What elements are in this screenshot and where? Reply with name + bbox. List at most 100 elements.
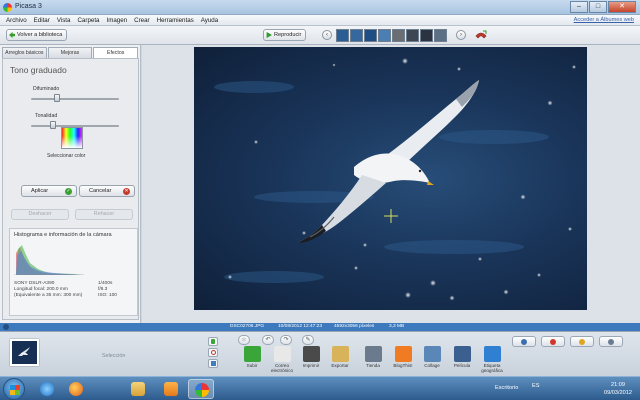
back-to-library-button[interactable]: Volver a biblioteca — [6, 29, 68, 41]
clock-time: 21:09 — [611, 382, 625, 388]
slideshow-play-button[interactable]: Reproducir — [263, 29, 307, 41]
cancel-button[interactable]: Cancelar ✕ — [79, 185, 135, 197]
globe-icon — [483, 346, 501, 362]
menu-archivo[interactable]: Archivo — [6, 17, 27, 24]
photo-dimensions: 4592x3056 píxeles — [334, 324, 375, 329]
filmstrip-thumb[interactable] — [434, 29, 447, 42]
apply-button[interactable]: Aplicar ✓ — [21, 185, 77, 197]
menu-imagen[interactable]: Imagen — [106, 17, 127, 24]
shop-label: Tienda — [366, 363, 380, 368]
minimize-button[interactable]: – — [570, 1, 588, 13]
star-button[interactable]: ☆ — [238, 335, 250, 345]
menu-vista[interactable]: Vista — [57, 17, 71, 24]
window-controls: – □ ✕ — [569, 1, 636, 13]
language-indicator[interactable]: ES — [532, 383, 539, 389]
menu-crear[interactable]: Crear — [134, 17, 149, 24]
hold-green-pin-icon[interactable] — [208, 337, 218, 346]
histogram-panel: Histograma e información de la cámara SO… — [9, 228, 138, 316]
feather-slider[interactable] — [31, 98, 119, 100]
media-player-icon — [164, 382, 178, 396]
printer-icon — [302, 346, 320, 362]
photo-filename: DSC02706.JPG — [230, 324, 265, 329]
taskbar-picasa[interactable] — [188, 379, 214, 399]
next-photo-button[interactable]: › — [456, 30, 466, 40]
rotate-right-button[interactable]: ↷ — [280, 335, 292, 345]
rotate-left-button[interactable]: ↶ — [262, 335, 274, 345]
taskbar-firefox[interactable] — [63, 379, 89, 399]
clear-tray-icon[interactable] — [208, 348, 218, 357]
collapse-tray-button[interactable] — [3, 324, 9, 330]
menu-ayuda[interactable]: Ayuda — [201, 17, 218, 24]
filmstrip-thumb[interactable] — [378, 29, 391, 42]
toolbar: Volver a biblioteca Reproducir ‹ › — [0, 26, 640, 45]
tab-basic-fixes[interactable]: Arreglos básicos — [2, 47, 47, 58]
menu-editar[interactable]: Editar — [34, 17, 50, 24]
tag-button[interactable]: ✎ — [302, 335, 314, 345]
filmstrip-thumb[interactable] — [350, 29, 363, 42]
selected-photo-thumbnail[interactable] — [10, 339, 39, 366]
taskbar-explorer[interactable] — [125, 379, 151, 399]
desktop-toolbar-label[interactable]: Escritorio — [495, 385, 518, 391]
filmstrip-thumb[interactable] — [392, 29, 405, 42]
info-icon — [608, 339, 614, 345]
color-picker-swatch[interactable] — [61, 127, 83, 149]
window-title: Picasa 3 — [15, 3, 42, 10]
add-to-album-icon[interactable] — [208, 359, 218, 368]
phone-sync-icon[interactable] — [474, 29, 488, 41]
close-button[interactable]: ✕ — [608, 1, 636, 13]
photo-info-bar: DSC02706.JPG 10/08/2012 12:47:23 4592x30… — [0, 323, 640, 331]
maximize-button[interactable]: □ — [589, 1, 607, 13]
envelope-icon — [273, 346, 291, 362]
taskbar-media-player[interactable] — [158, 379, 184, 399]
places-panel-button[interactable] — [541, 336, 565, 347]
print-button[interactable]: Imprimir — [297, 346, 325, 368]
export-button[interactable]: Exportar — [326, 346, 354, 368]
upload-button[interactable]: Subir — [238, 346, 266, 368]
people-panel-button[interactable] — [512, 336, 536, 347]
prev-photo-button[interactable]: ‹ — [322, 30, 332, 40]
check-icon: ✓ — [65, 188, 72, 195]
person-icon — [521, 339, 527, 345]
geotag-button[interactable]: Etiqueta geográfica — [478, 346, 506, 373]
apply-label: Aplicar — [31, 188, 49, 194]
tab-tuning[interactable]: Mejoras — [47, 47, 93, 58]
filmstrip-thumb[interactable] — [336, 29, 349, 42]
tag-icon — [579, 339, 585, 345]
filmstrip-thumb[interactable] — [406, 29, 419, 42]
feather-slider-handle[interactable] — [54, 94, 61, 102]
tab-effects[interactable]: Efectos — [93, 47, 139, 58]
selection-label: Selección — [102, 353, 126, 359]
shade-slider-label: Tonalidad — [35, 113, 58, 119]
blogger-icon — [394, 346, 412, 362]
properties-panel-button[interactable] — [599, 336, 623, 347]
redo-button[interactable]: Rehacer — [75, 209, 133, 220]
ie-icon — [40, 382, 54, 396]
edit-tabs: Arreglos básicos Mejoras Efectos — [2, 47, 139, 58]
blogthis-button[interactable]: BlogThis! — [389, 346, 417, 368]
menu-herramientas[interactable]: Herramientas — [157, 17, 194, 24]
movie-button[interactable]: Película — [448, 346, 476, 368]
tags-panel-button[interactable] — [570, 336, 594, 347]
filmstrip-thumb[interactable] — [420, 29, 433, 42]
back-arrow-icon — [9, 32, 15, 38]
taskbar-ie[interactable] — [34, 379, 60, 399]
export-label: Exportar — [331, 363, 349, 368]
photo-canvas[interactable] — [194, 47, 587, 310]
cancel-x-icon: ✕ — [123, 188, 130, 195]
collage-button[interactable]: Collage — [418, 346, 446, 368]
movie-label: Película — [453, 363, 471, 368]
undo-button[interactable]: Deshacer — [11, 209, 69, 220]
shade-slider-handle[interactable] — [50, 121, 56, 129]
picasa-icon — [195, 383, 209, 397]
start-button[interactable] — [3, 378, 25, 400]
signin-link[interactable]: Acceder a Álbumes web — [574, 17, 634, 23]
shop-button[interactable]: Tienda — [359, 346, 387, 368]
email-button[interactable]: Correo electrónico — [268, 346, 296, 373]
system-clock[interactable]: 21:09 09/03/2012 — [604, 381, 632, 397]
menu-carpeta[interactable]: Carpeta — [77, 17, 99, 24]
camera-focal-equivalent: (Equivalente a 35 mm: 300 mm) — [14, 293, 83, 298]
filmstrip-thumb[interactable] — [364, 29, 377, 42]
blogthis-label: BlogThis! — [393, 363, 413, 368]
print-label: Imprimir — [302, 363, 320, 368]
folder-icon — [331, 346, 349, 362]
